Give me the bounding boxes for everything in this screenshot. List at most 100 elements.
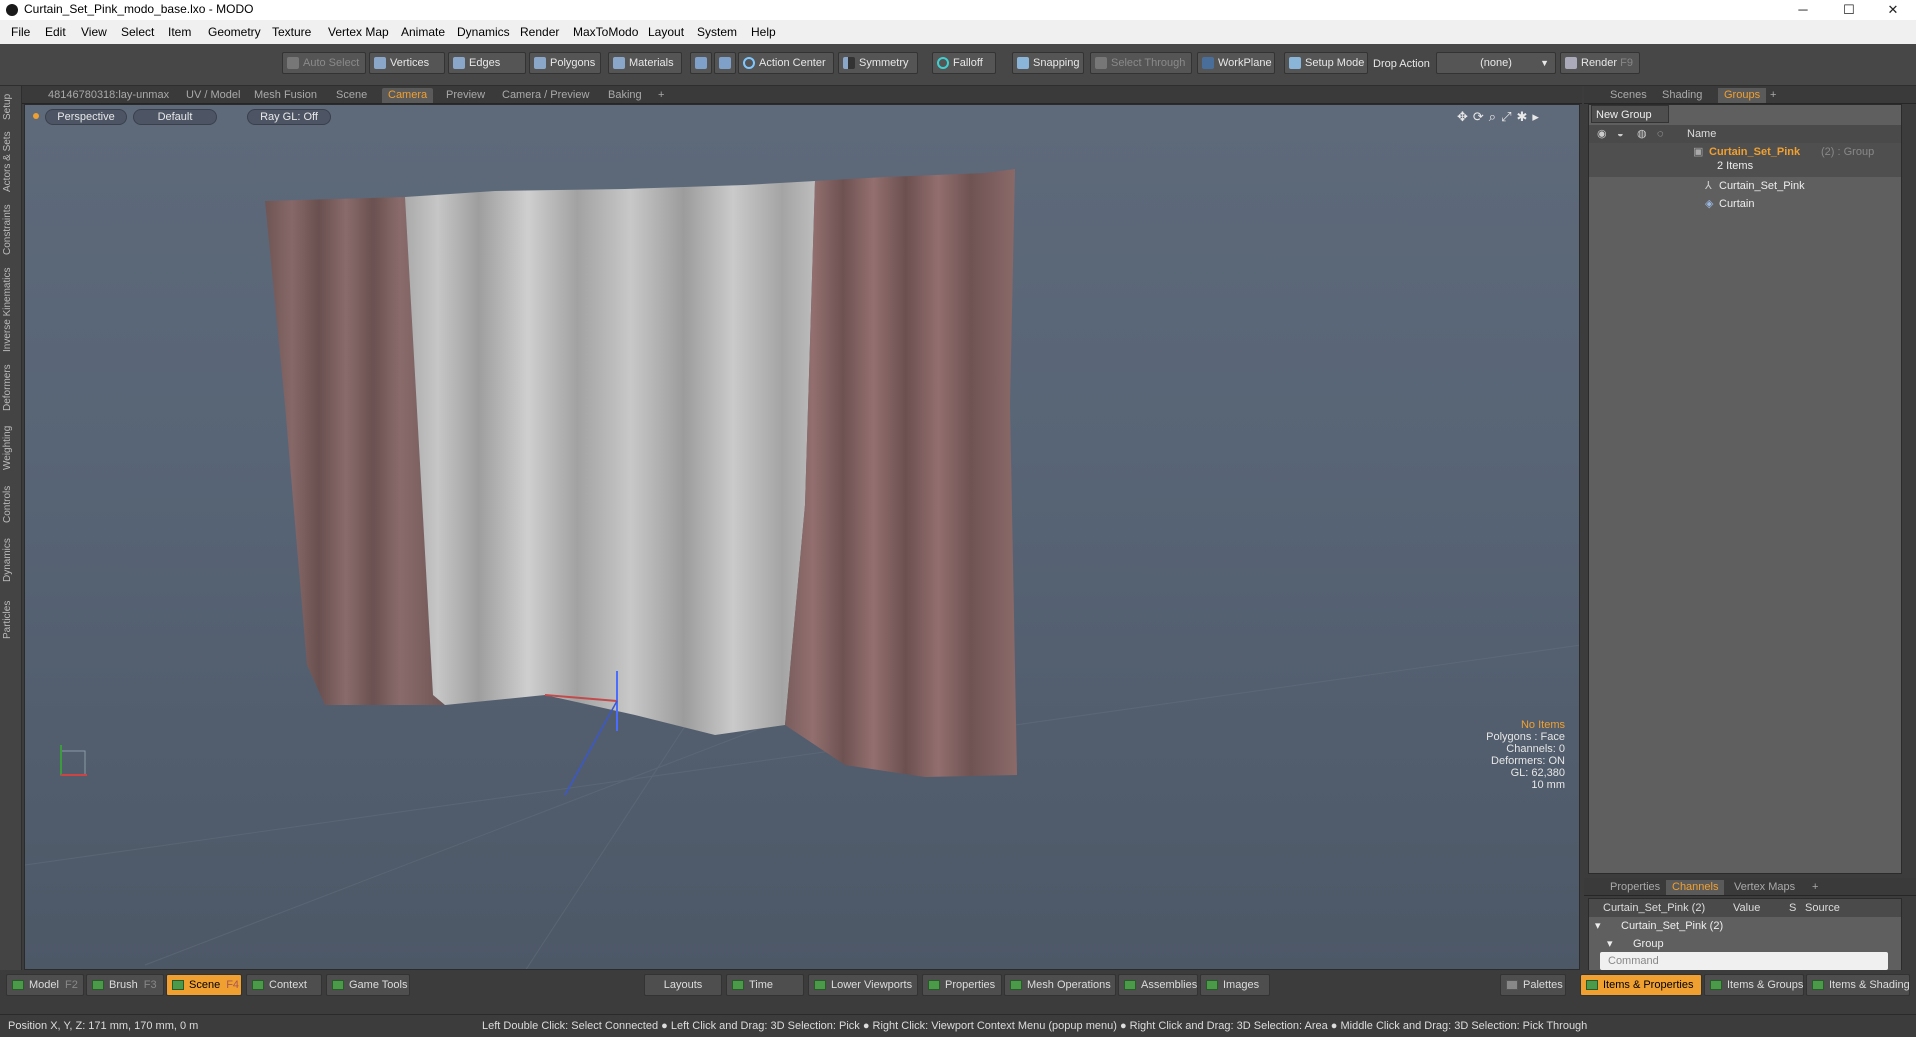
tab-particles[interactable]: Particles [2,592,20,648]
menu-vertex-map[interactable]: Vertex Map [328,25,389,39]
time-button[interactable]: Time [726,974,804,996]
brush-layout-button[interactable]: Brush F3 [86,974,164,996]
model-layout-button[interactable]: Model F2 [6,974,84,996]
tab-actors-sets[interactable]: Actors & Sets [2,128,20,196]
tab-shading[interactable]: Shading [1656,88,1708,103]
layouts-button[interactable]: Layouts [644,974,722,996]
new-group-button[interactable]: New Group [1591,105,1669,123]
images-button[interactable]: Images [1200,974,1270,996]
tab-properties[interactable]: Properties [1604,880,1666,895]
tab-weighting[interactable]: Weighting [2,420,20,476]
menu-system[interactable]: System [697,25,737,39]
symmetry-button[interactable]: Symmetry [838,52,918,74]
lower-viewports-button[interactable]: Lower Viewports [808,974,918,996]
vertices-button[interactable]: Vertices [369,52,445,74]
menu-select[interactable]: Select [121,25,154,39]
menu-geometry[interactable]: Geometry [208,25,261,39]
tab-setup[interactable]: Setup [2,90,20,124]
maximize-button[interactable]: ☐ [1826,0,1872,20]
tab-constraints[interactable]: Constraints [2,200,20,260]
menu-texture[interactable]: Texture [272,25,311,39]
setup-mode-button[interactable]: Setup Mode [1284,52,1368,74]
expand-icon[interactable]: ▾ [1607,935,1613,953]
title-bar: Curtain_Set_Pink_modo_base.lxo - MODO ─ … [0,0,1916,20]
group-row[interactable]: ▣ Curtain_Set_Pink (2) : Group 2 Items [1589,143,1901,177]
auto-select-button[interactable]: Auto Select [282,52,366,74]
context-button[interactable]: Context [246,974,322,996]
tab-inverse-kinematics[interactable]: Inverse Kinematics [2,264,20,356]
falloff-button[interactable]: Falloff [932,52,996,74]
properties-button[interactable]: Properties [922,974,1002,996]
select-mode-button-1[interactable] [690,52,712,74]
tab-camera[interactable]: Camera [382,88,434,103]
add-channel-tab-button[interactable]: + [1806,880,1824,895]
tab-groups[interactable]: Groups [1718,88,1767,103]
select-through-button[interactable]: Select Through [1090,52,1192,74]
menu-edit[interactable]: Edit [45,25,66,39]
tab-preview[interactable]: Preview [440,88,491,103]
menu-maxtomodo[interactable]: MaxToModo [573,25,638,39]
eye-icon[interactable]: ◉ [1597,125,1607,143]
lock-icon[interactable]: ◍ [1637,125,1647,143]
items-groups-button[interactable]: Items & Groups [1704,974,1804,996]
menu-file[interactable]: File [11,25,30,39]
mesh-operations-button[interactable]: Mesh Operations [1004,974,1116,996]
tab-dynamics[interactable]: Dynamics [2,532,20,588]
scene-layout-button[interactable]: Scene F4 [166,974,242,996]
polygons-button[interactable]: Polygons [529,52,601,74]
menu-animate[interactable]: Animate [401,25,445,39]
name-column-header[interactable]: Name [1687,125,1716,143]
minimize-button[interactable]: ─ [1780,0,1826,20]
command-input[interactable]: Command [1600,952,1888,970]
vertices-icon [374,57,386,69]
tab-deformers[interactable]: Deformers [2,360,20,416]
channel-root-row[interactable]: ▾ Curtain_Set_Pink (2) [1589,917,1901,935]
select-lock-icon[interactable]: ◌ [1657,125,1664,143]
action-center-button[interactable]: Action Center [738,52,834,74]
groups-panel-tabs: Scenes Shading Groups + [1584,86,1916,104]
edges-button[interactable]: Edges [448,52,526,74]
tab-layout-unmax[interactable]: 48146780318:lay-unmax [42,88,175,103]
items-shading-button[interactable]: Items & Shading [1806,974,1910,996]
render-button[interactable]: Render F9 [1560,52,1640,74]
items-properties-icon [1586,980,1598,990]
assemblies-button[interactable]: Assemblies [1118,974,1198,996]
menu-layout[interactable]: Layout [648,25,684,39]
menu-dynamics[interactable]: Dynamics [457,25,510,39]
tab-channels[interactable]: Channels [1666,880,1725,895]
game-tools-button[interactable]: Game Tools [326,974,410,996]
group-child-row[interactable]: ⅄ Curtain_Set_Pink [1589,177,1901,195]
tab-camera-preview[interactable]: Camera / Preview [496,88,595,103]
tab-vertex-maps[interactable]: Vertex Maps [1728,880,1801,895]
tab-controls[interactable]: Controls [2,480,20,528]
group-suffix: (2) : Group [1821,146,1875,158]
tab-mesh-fusion[interactable]: Mesh Fusion [248,88,323,103]
group-child-row[interactable]: ◈ Curtain [1589,195,1901,213]
add-panel-tab-button[interactable]: + [1764,88,1782,103]
channel-group-row[interactable]: ▾ Group [1589,935,1901,953]
3d-viewport[interactable]: Perspective Default Ray GL: Off ✥⟳⌕⤢✱▸ N… [24,104,1580,970]
menu-item[interactable]: Item [168,25,191,39]
close-button[interactable]: ✕ [1870,0,1916,20]
menu-render[interactable]: Render [520,25,559,39]
select-mode-button-2[interactable] [714,52,736,74]
render-toggle-icon[interactable]: ◒ [1617,125,1624,143]
add-tab-button[interactable]: + [652,88,670,103]
tab-scene[interactable]: Scene [330,88,373,103]
axis-z [564,700,618,796]
workplane-button[interactable]: WorkPlane [1197,52,1275,74]
drop-action-select[interactable]: (none) ▼ [1436,52,1556,74]
tab-scenes[interactable]: Scenes [1604,88,1653,103]
tab-uv-model[interactable]: UV / Model [180,88,246,103]
menu-view[interactable]: View [81,25,107,39]
menu-help[interactable]: Help [751,25,776,39]
hud-deformers: Deformers: ON [1491,755,1565,767]
tab-baking[interactable]: Baking [602,88,648,103]
viewport-tabs: 48146780318:lay-unmax UV / Model Mesh Fu… [22,86,1582,104]
model-icon [12,980,24,990]
items-properties-button[interactable]: Items & Properties [1580,974,1702,996]
materials-button[interactable]: Materials [608,52,682,74]
palettes-button[interactable]: Palettes [1500,974,1566,996]
snapping-button[interactable]: Snapping [1012,52,1084,74]
expand-icon[interactable]: ▾ [1595,917,1601,935]
